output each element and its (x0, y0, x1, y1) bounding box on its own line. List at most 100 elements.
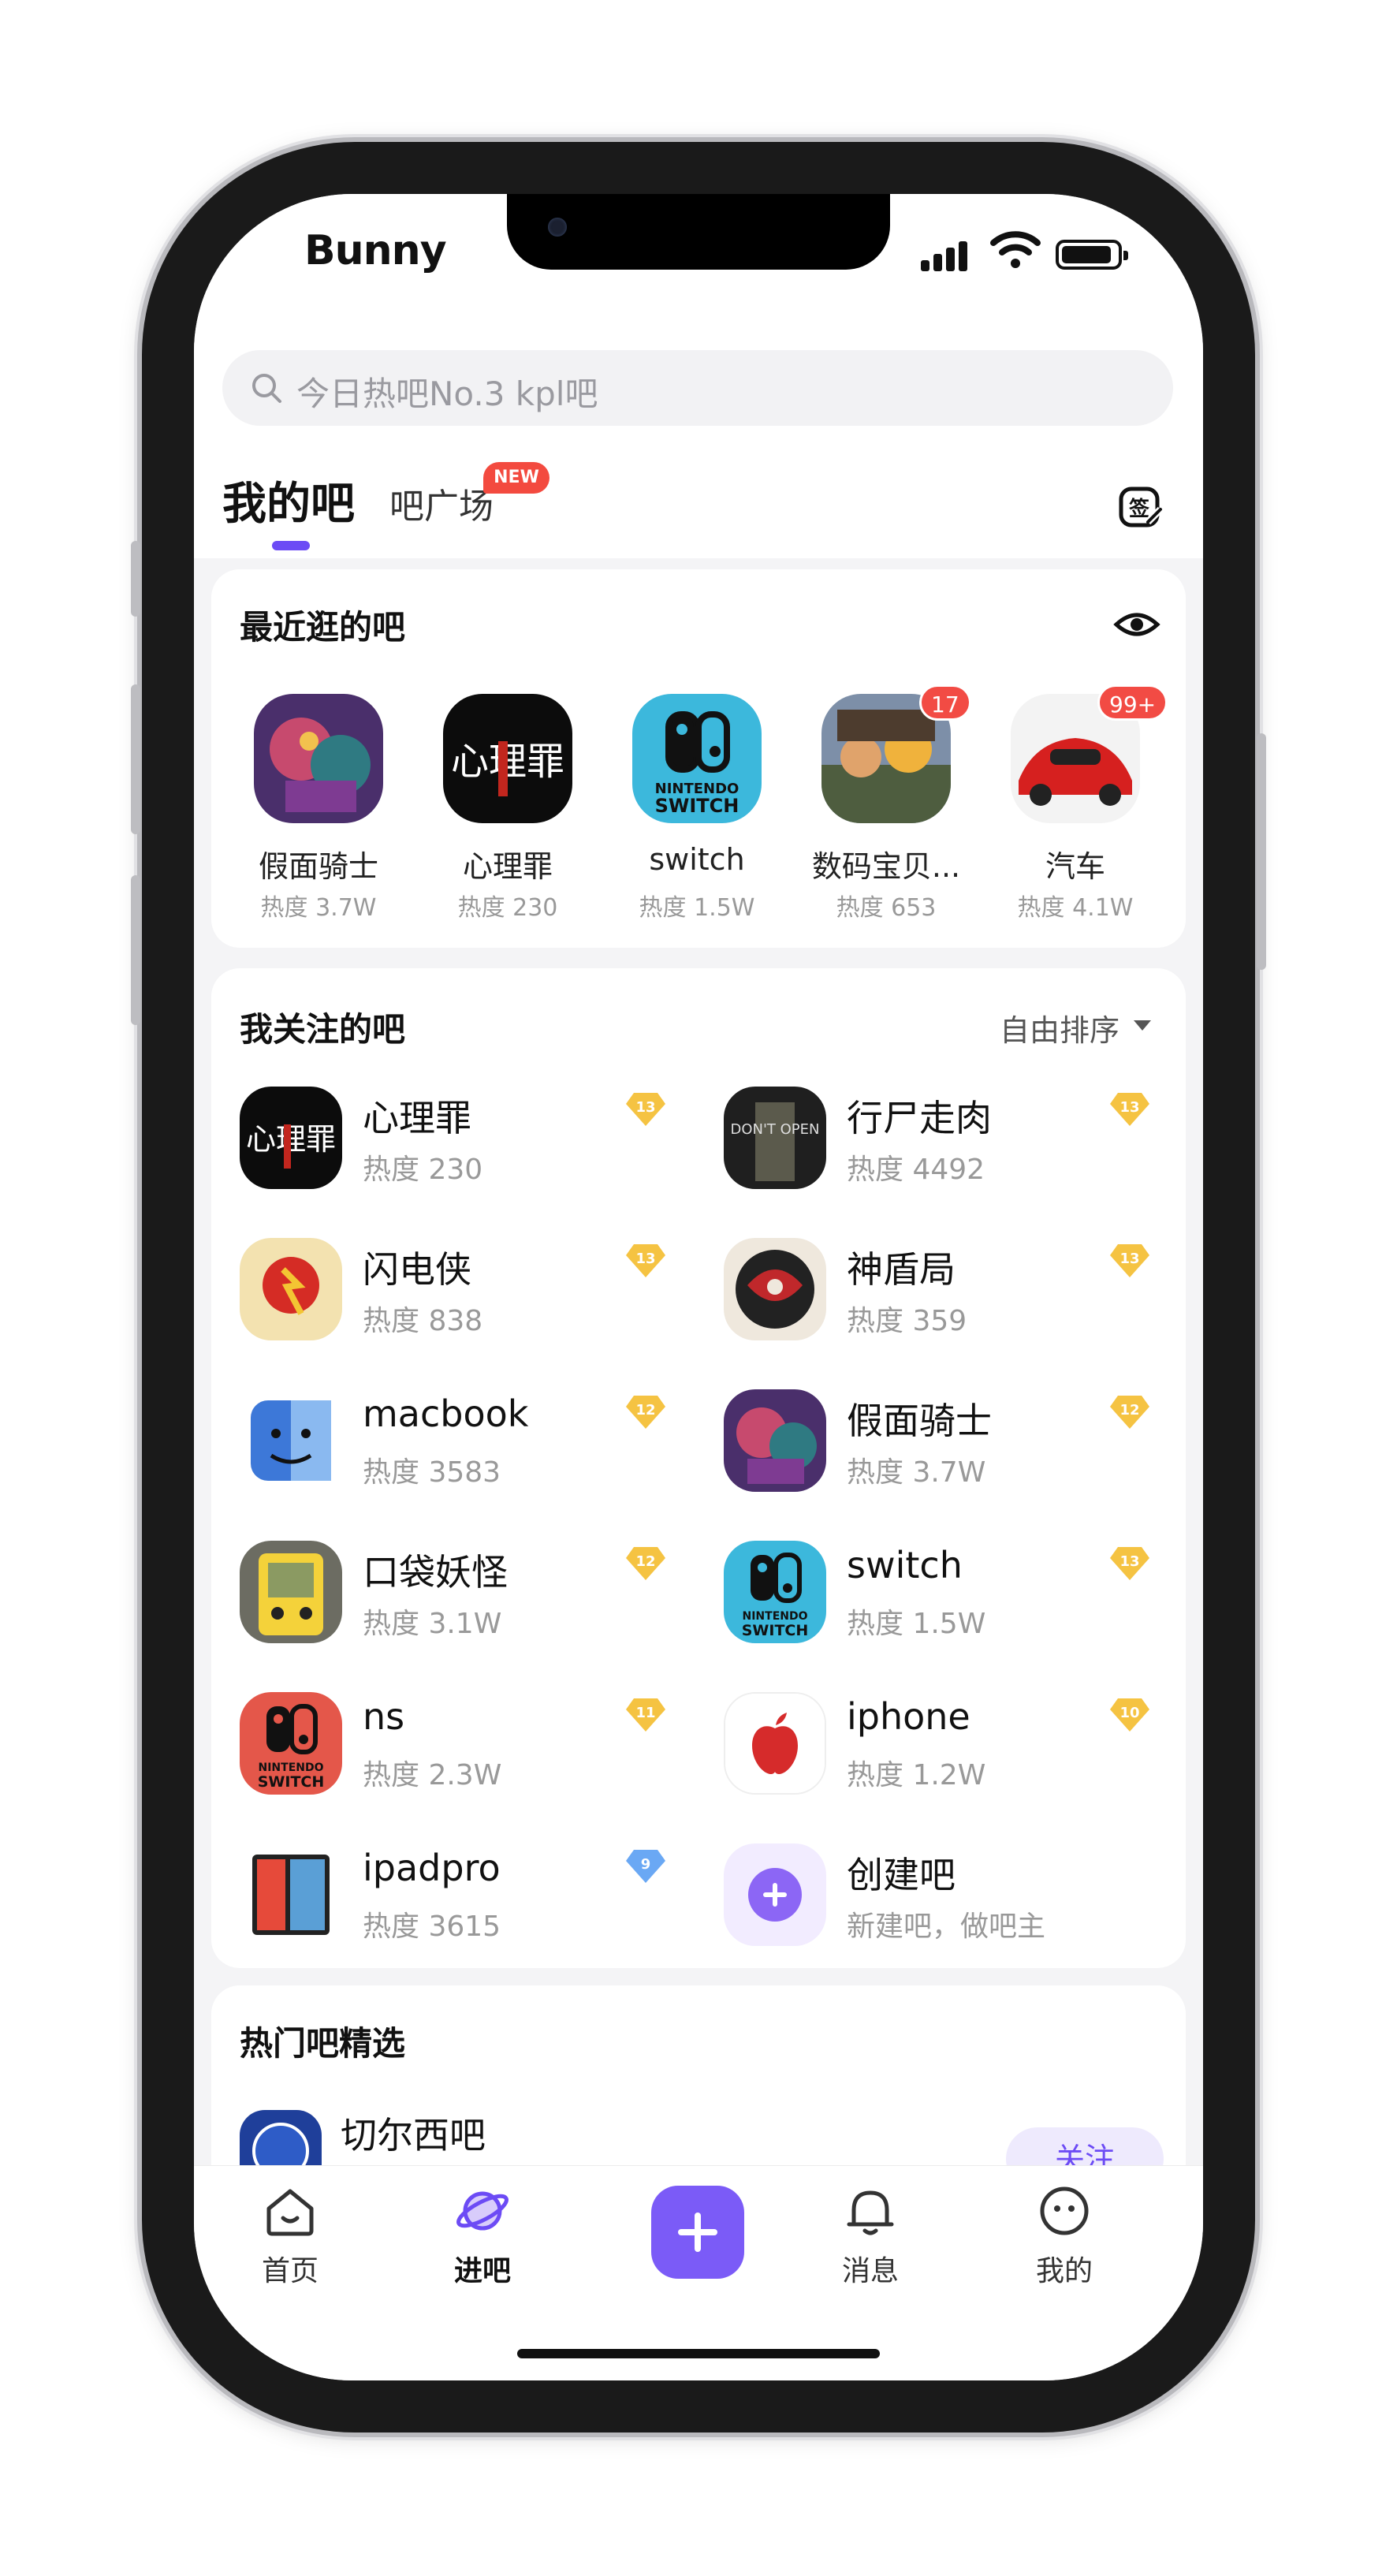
search-input[interactable]: 今日热吧No.3 kpl吧 (222, 350, 1173, 426)
nav-me[interactable]: 我的 (1001, 2182, 1127, 2289)
caret-down-icon[interactable] (1134, 1020, 1151, 1031)
bar-heat: 热度 3615 (363, 1911, 501, 1943)
tab-bar-square[interactable]: 吧广场 (389, 478, 494, 528)
nav-home[interactable]: 首页 (227, 2182, 353, 2289)
bar-name: 闪电侠 (363, 1248, 471, 1291)
recent-item-name: 数码宝贝... (811, 849, 961, 884)
followed-bar-item[interactable]: 假面骑士 热度 3.7W 12 (724, 1389, 1165, 1500)
smile-icon (1040, 2186, 1089, 2235)
nav-me-label: 我的 (1035, 2255, 1093, 2287)
level-badge-icon: 12 (626, 1545, 665, 1580)
bar-heat: 热度 230 (363, 1154, 483, 1186)
bar-heat: 热度 4492 (847, 1154, 985, 1186)
followed-bar-item[interactable]: 闪电侠 热度 838 13 (240, 1238, 681, 1348)
bar-heat: 热度 1.5W (847, 1608, 986, 1640)
svg-text:NINTENDO: NINTENDO (743, 1610, 808, 1623)
recent-item-heat: 热度 230 (457, 894, 558, 922)
kamen-rider-thumbnail (254, 694, 383, 823)
followed-bar-item[interactable]: NINTENDO SWITCH ns 热度 2.3W 11 (240, 1692, 681, 1802)
carrier-label: Bunny (304, 227, 447, 274)
nav-bar-label: 进吧 (453, 2255, 511, 2287)
home-indicator[interactable] (517, 2349, 880, 2358)
followed-bar-item[interactable]: 口袋妖怪 热度 3.1W 12 (240, 1541, 681, 1651)
signal-icon (921, 241, 971, 271)
followed-bar-item[interactable]: ipadpro 热度 3615 9 (240, 1843, 681, 1954)
bell-icon (847, 2190, 894, 2235)
header: 今日热吧No.3 kpl吧 (194, 312, 1203, 462)
walking-dead-thumbnail: DON'T OPEN (724, 1087, 826, 1189)
followed-bar-item[interactable]: macbook 热度 3583 12 (240, 1389, 681, 1500)
nav-messages-label: 消息 (841, 2255, 899, 2287)
recent-bars-card: 最近逛的吧 假面骑士 热度 3.7W 心理罪 心理罪 热度 230 NINTEN… (211, 569, 1186, 948)
nintendo-switch-red-thumbnail: NINTENDO SWITCH (240, 1692, 342, 1795)
level-badge-icon: 9 (626, 1848, 665, 1883)
home-icon (266, 2189, 314, 2236)
bar-name: 神盾局 (847, 1248, 956, 1291)
bar-name: 假面骑士 (847, 1400, 992, 1442)
volume-down-button (131, 875, 140, 1025)
followed-bar-item[interactable]: 神盾局 热度 359 13 (724, 1238, 1165, 1348)
level-badge-icon: 13 (626, 1243, 665, 1277)
plus-icon[interactable] (651, 2186, 744, 2279)
svg-text:SWITCH: SWITCH (258, 1773, 325, 1791)
svg-text:SWITCH: SWITCH (655, 795, 739, 817)
hot-bar-name: 切尔西吧 (341, 2114, 486, 2157)
unread-count-badge: 17 (919, 684, 971, 721)
flash-thumbnail (240, 1238, 342, 1340)
switch-thumbnail: NINTENDO SWITCH (724, 1541, 826, 1643)
tab-my-bars[interactable]: 我的吧 (222, 468, 355, 532)
volume-up-button (131, 684, 140, 834)
svg-text:签: 签 (1129, 497, 1150, 521)
wifi-icon (990, 231, 1041, 268)
create-bar-thumbnail (724, 1843, 826, 1946)
followed-bar-item[interactable]: NINTENDO SWITCH switch 热度 1.5W 13 (724, 1541, 1165, 1651)
sign-in-icon[interactable]: 签 (1116, 483, 1164, 530)
create-bar-button[interactable]: 创建吧 新建吧，做吧主 (724, 1843, 1165, 1954)
shield-thumbnail (724, 1238, 826, 1340)
unread-count-badge: 99+ (1097, 684, 1168, 721)
bar-name: 心理罪 (363, 1097, 471, 1139)
followed-bar-item[interactable]: 心理罪 心理罪 热度 230 13 (240, 1087, 681, 1197)
battery-icon (1056, 240, 1128, 270)
bar-name: ns (363, 1695, 405, 1738)
planet-icon (456, 2191, 509, 2231)
create-bar-subtitle: 新建吧，做吧主 (847, 1911, 1046, 1943)
level-badge-icon: 12 (626, 1394, 665, 1429)
level-badge-icon: 13 (1110, 1091, 1149, 1126)
recent-item-heat: 热度 4.1W (1017, 894, 1134, 922)
bar-name: macbook (363, 1392, 529, 1435)
eye-icon[interactable] (1113, 601, 1160, 648)
finder-thumbnail (240, 1389, 342, 1492)
followed-bar-item[interactable]: DON'T OPEN 行尸走肉 热度 4492 13 (724, 1087, 1165, 1197)
recent-bars-title: 最近逛的吧 (240, 608, 406, 647)
level-badge-icon: 13 (1110, 1545, 1149, 1580)
power-button (1257, 733, 1266, 970)
hot-bars-title: 热门吧精选 (240, 2024, 406, 2063)
bar-heat: 热度 838 (363, 1305, 483, 1337)
sort-dropdown[interactable]: 自由排序 (1000, 1006, 1119, 1049)
bar-heat: 热度 1.2W (847, 1759, 986, 1791)
followed-bar-item[interactable]: iphone 热度 1.2W 10 (724, 1692, 1165, 1802)
apple-thumbnail (724, 1692, 826, 1795)
bar-name: 口袋妖怪 (363, 1551, 508, 1594)
level-badge-icon: 13 (1110, 1243, 1149, 1277)
search-placeholder: 今日热吧No.3 kpl吧 (296, 375, 598, 413)
bar-name: 行尸走肉 (847, 1097, 992, 1139)
recent-item-heat: 热度 653 (836, 894, 937, 922)
pokemon-thumbnail (240, 1541, 342, 1643)
followed-bars-card: 我关注的吧 自由排序 心理罪 心理罪 热度 230 13 DON'T OPEN … (211, 968, 1186, 1968)
nav-home-label: 首页 (261, 2255, 319, 2287)
nav-messages[interactable]: 消息 (807, 2182, 933, 2289)
level-badge-icon: 13 (626, 1091, 665, 1126)
level-badge-icon: 12 (1110, 1394, 1149, 1429)
level-badge-icon: 11 (626, 1697, 665, 1732)
tab-bar: 我的吧 吧广场 NEW 签 (194, 462, 1203, 558)
mind-crime-thumbnail: 心理罪 (443, 694, 572, 823)
bar-heat: 热度 3.1W (363, 1608, 502, 1640)
svg-text:NINTENDO: NINTENDO (259, 1761, 324, 1774)
bar-heat: 热度 2.3W (363, 1759, 502, 1791)
level-badge-icon: 10 (1110, 1697, 1149, 1732)
nav-bar[interactable]: 进吧 (419, 2182, 546, 2289)
recent-item-name: switch (649, 842, 745, 877)
bar-heat: 热度 359 (847, 1305, 967, 1337)
